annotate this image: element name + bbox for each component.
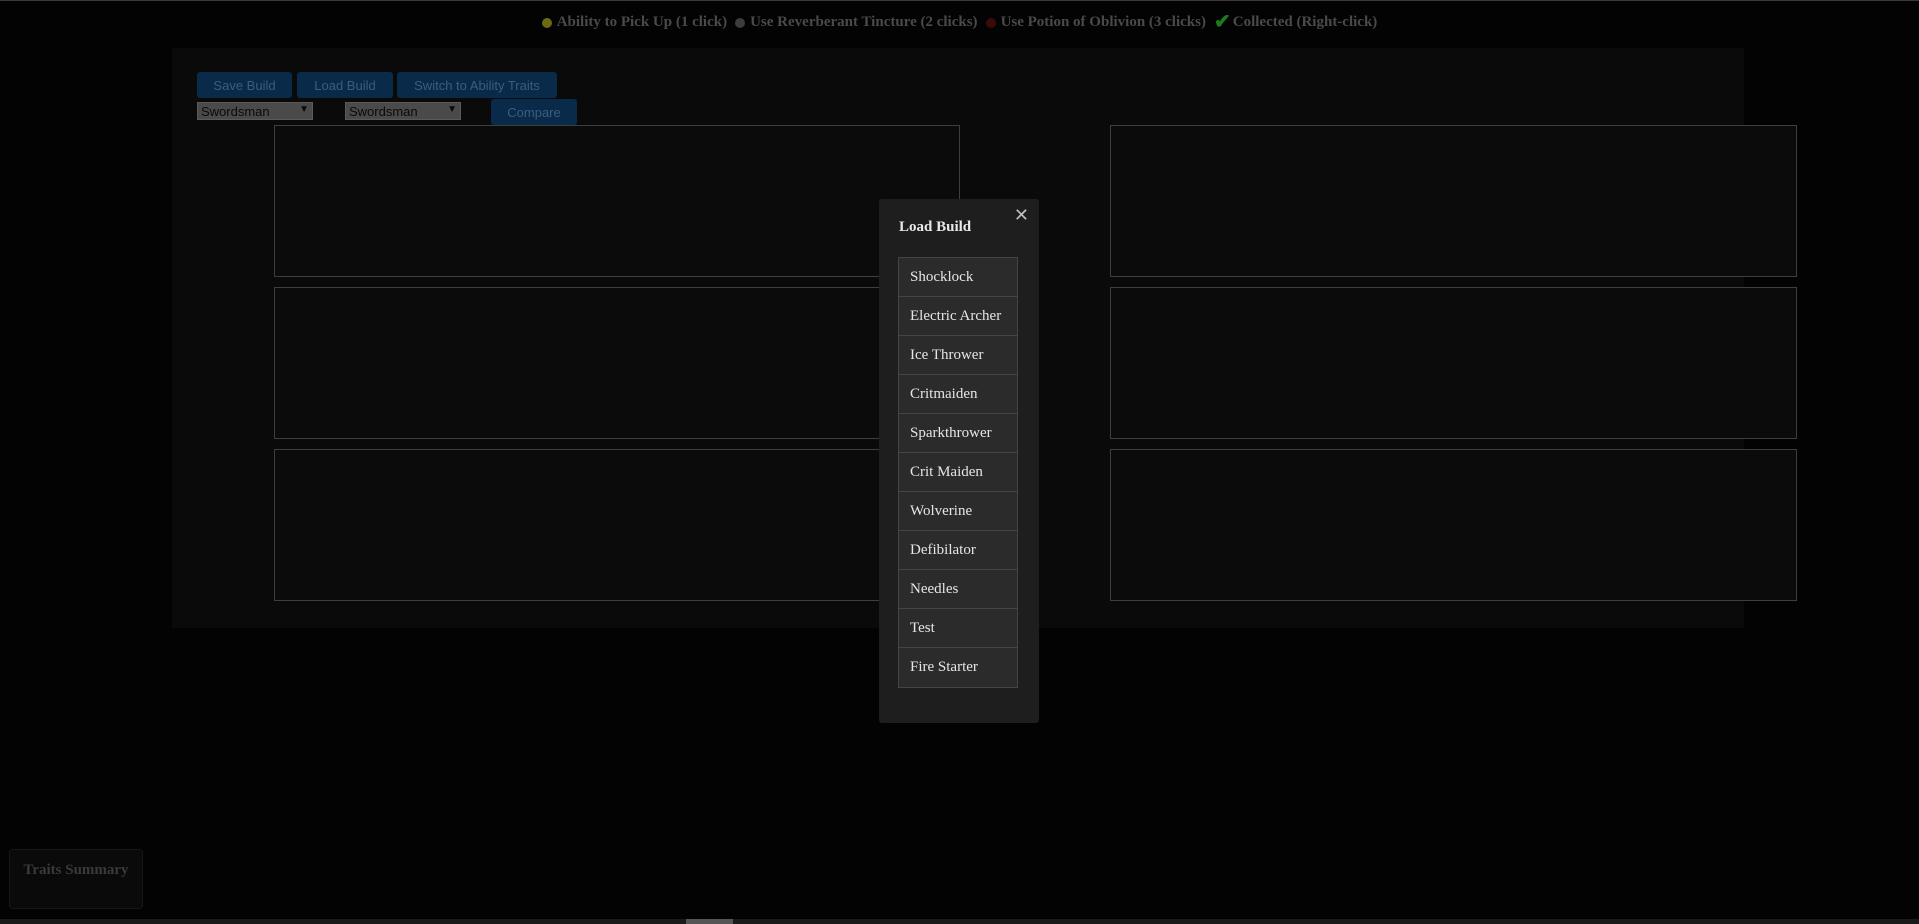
build-item-ice-thrower[interactable]: Ice Thrower	[899, 336, 1017, 375]
scrollbar-thumb[interactable]	[686, 919, 733, 924]
legend-label: Use Potion of Oblivion (3 clicks)	[1000, 14, 1206, 30]
legend-label: Use Reverberant Tincture (2 clicks)	[750, 14, 978, 30]
class-select-left[interactable]: Swordsman ▼	[197, 102, 313, 120]
legend-item-pick-up: Ability to Pick Up (1 click)	[541, 14, 728, 31]
horizontal-scrollbar[interactable]	[0, 919, 1919, 924]
legend-label: Collected (Right-click)	[1232, 14, 1378, 30]
legend-item-oblivion: Use Potion of Oblivion (3 clicks)	[985, 14, 1206, 31]
checkmark-icon: ✔	[1213, 11, 1231, 33]
build-item-defibilator[interactable]: Defibilator	[899, 531, 1017, 570]
load-build-modal: Load Build ✕ Shocklock Electric Archer I…	[879, 199, 1039, 723]
select-value: Swordsman	[349, 103, 418, 119]
top-border	[0, 0, 1919, 1]
gray-dot-icon	[735, 17, 746, 28]
legend-item-collected: ✔ Collected (Right-click)	[1213, 11, 1378, 33]
build-slot-left-3[interactable]	[274, 449, 960, 601]
close-icon[interactable]: ✕	[1014, 205, 1029, 226]
build-item-shocklock[interactable]: Shocklock	[899, 258, 1017, 297]
legend-item-tincture: Use Reverberant Tincture (2 clicks)	[735, 14, 978, 31]
build-item-fire-starter[interactable]: Fire Starter	[899, 648, 1017, 687]
switch-ability-traits-button[interactable]: Switch to Ability Traits	[397, 72, 557, 98]
build-item-electric-archer[interactable]: Electric Archer	[899, 297, 1017, 336]
load-build-button[interactable]: Load Build	[297, 72, 393, 98]
legend: Ability to Pick Up (1 click) Use Reverbe…	[0, 11, 1919, 33]
build-list: Shocklock Electric Archer Ice Thrower Cr…	[898, 257, 1018, 688]
class-select-right[interactable]: Swordsman ▼	[345, 102, 461, 120]
yellow-dot-icon	[541, 17, 552, 28]
compare-button[interactable]: Compare	[491, 99, 577, 125]
modal-title: Load Build	[899, 219, 972, 235]
save-build-button[interactable]: Save Build	[197, 72, 292, 98]
build-item-needles[interactable]: Needles	[899, 570, 1017, 609]
red-dot-icon	[985, 17, 996, 28]
build-item-test[interactable]: Test	[899, 609, 1017, 648]
build-slot-right-3[interactable]	[1110, 449, 1797, 601]
chevron-down-icon: ▼	[447, 104, 457, 115]
build-item-crit-maiden[interactable]: Crit Maiden	[899, 453, 1017, 492]
build-slot-right-1[interactable]	[1110, 125, 1797, 277]
build-slot-left-1[interactable]	[274, 125, 960, 277]
build-item-wolverine[interactable]: Wolverine	[899, 492, 1017, 531]
traits-summary-button[interactable]: Traits Summary	[9, 849, 143, 909]
legend-label: Ability to Pick Up (1 click)	[556, 14, 728, 30]
build-item-sparkthrower[interactable]: Sparkthrower	[899, 414, 1017, 453]
build-slot-left-2[interactable]	[274, 287, 960, 439]
build-slot-right-2[interactable]	[1110, 287, 1797, 439]
chevron-down-icon: ▼	[299, 104, 309, 115]
select-value: Swordsman	[201, 103, 270, 119]
build-item-critmaiden[interactable]: Critmaiden	[899, 375, 1017, 414]
